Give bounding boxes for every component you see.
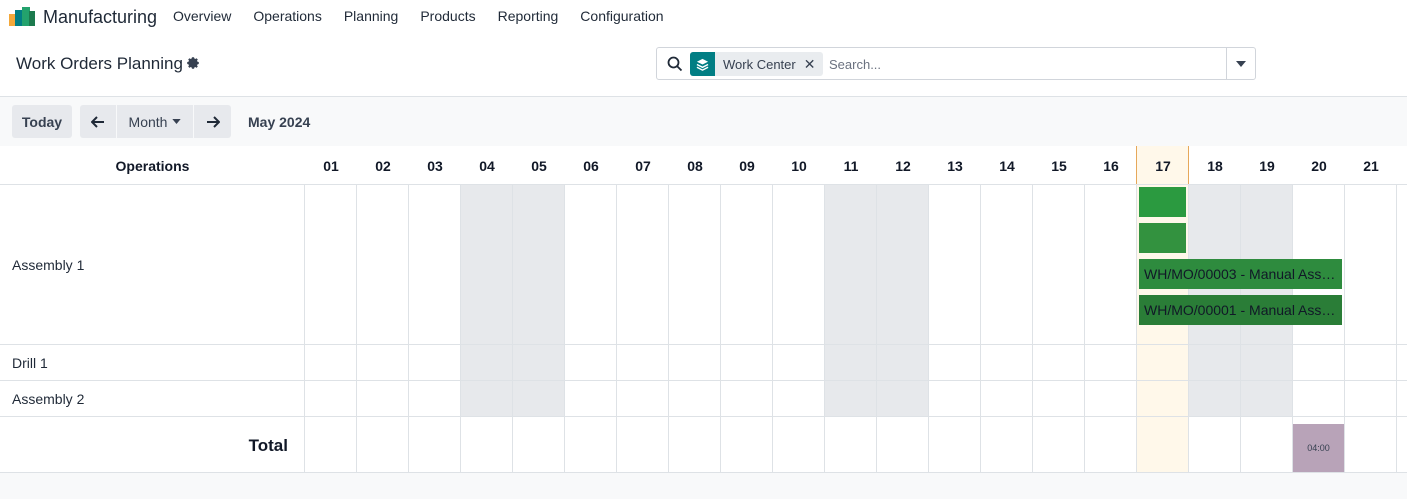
today-button[interactable]: Today (12, 105, 72, 138)
column-divider (772, 185, 773, 472)
column-divider (668, 185, 669, 472)
work-order-pill[interactable] (1139, 223, 1186, 253)
column-divider (564, 185, 565, 472)
column-divider (1396, 185, 1397, 472)
arrow-right-icon (206, 115, 220, 128)
column-divider (304, 185, 305, 472)
search-facet-work-center: Work Center ✕ (690, 52, 824, 76)
top-navbar: Manufacturing Overview Operations Planni… (0, 0, 1407, 33)
app-name[interactable]: Manufacturing (43, 7, 157, 28)
day-header: 08 (687, 157, 703, 174)
menu-overview[interactable]: Overview (162, 0, 242, 33)
column-divider (824, 185, 825, 472)
facet-label: Work Center (723, 56, 796, 72)
menu-products[interactable]: Products (409, 0, 486, 33)
previous-period-button[interactable] (80, 105, 116, 138)
search-dropdown-toggle[interactable] (1226, 48, 1255, 79)
arrow-left-icon (91, 115, 104, 128)
day-header: 02 (375, 157, 391, 174)
column-divider (876, 185, 877, 472)
column-divider (460, 185, 461, 472)
column-divider (512, 185, 513, 472)
control-panel: Work Orders Planning Work Center ✕ (0, 33, 1407, 97)
day-header: 19 (1259, 157, 1275, 174)
row-divider (0, 380, 1407, 381)
day-header: 10 (791, 157, 807, 174)
menu-reporting[interactable]: Reporting (487, 0, 570, 33)
day-header: 16 (1103, 157, 1119, 174)
work-order-pill[interactable]: WH/MO/00003 - Manual Assembly (1139, 259, 1342, 289)
column-divider (616, 185, 617, 472)
work-order-pill[interactable]: WH/MO/00001 - Manual Assembly (1139, 295, 1342, 325)
day-header: 20 (1311, 157, 1327, 174)
search-bar: Work Center ✕ (656, 47, 1256, 80)
manufacturing-app-icon[interactable] (9, 7, 35, 26)
menu-configuration[interactable]: Configuration (569, 0, 674, 33)
close-icon[interactable]: ✕ (804, 56, 824, 73)
period-label: May 2024 (248, 114, 311, 130)
day-header: 18 (1207, 157, 1223, 174)
column-divider (1240, 185, 1241, 472)
column-divider (1344, 185, 1345, 472)
day-header: 06 (583, 157, 599, 174)
column-divider (1032, 185, 1033, 472)
day-header: 13 (947, 157, 963, 174)
day-header: 01 (323, 157, 339, 174)
gear-icon[interactable] (186, 56, 200, 70)
day-header: 03 (427, 157, 443, 174)
scale-dropdown[interactable]: Month (116, 105, 194, 138)
column-divider (720, 185, 721, 472)
row-label-assembly-1[interactable]: Assembly 1 (12, 257, 84, 273)
row-label-drill-1[interactable]: Drill 1 (12, 355, 48, 371)
column-divider (356, 185, 357, 472)
total-workload-pill[interactable]: 04:00 (1293, 424, 1344, 472)
row-divider (0, 416, 1407, 417)
column-divider (980, 185, 981, 472)
operations-header: Operations (115, 157, 190, 174)
day-header: 21 (1363, 157, 1379, 174)
caret-down-icon (172, 119, 182, 124)
day-header: 05 (531, 157, 547, 174)
weekend-column (461, 185, 565, 417)
weekend-column (825, 185, 929, 417)
day-header: 04 (479, 157, 495, 174)
day-header: 15 (1051, 157, 1067, 174)
row-divider (0, 344, 1407, 345)
layers-icon (690, 52, 715, 76)
column-divider (408, 185, 409, 472)
day-header: 09 (739, 157, 755, 174)
grid-bottom-border (0, 472, 1407, 473)
day-header: 12 (895, 157, 911, 174)
row-label-assembly-2[interactable]: Assembly 2 (12, 391, 84, 407)
column-divider (1084, 185, 1085, 472)
menu-planning[interactable]: Planning (333, 0, 410, 33)
day-header: 14 (999, 157, 1015, 174)
next-period-button[interactable] (194, 105, 231, 138)
scale-label: Month (128, 113, 168, 130)
work-order-pill[interactable] (1139, 187, 1186, 217)
search-icon[interactable] (667, 56, 683, 72)
day-header: 07 (635, 157, 651, 174)
main-menu: Overview Operations Planning Products Re… (162, 0, 675, 33)
gantt-header: Operations 01 02 03 04 05 06 07 08 09 10 11 12 13 14 1… (0, 146, 1407, 185)
column-divider (1188, 185, 1189, 472)
total-label: Total (248, 436, 288, 455)
day-header: 17 (1155, 157, 1171, 174)
search-input[interactable] (829, 52, 1219, 76)
caret-down-icon (1236, 60, 1246, 67)
page-title: Work Orders Planning (16, 54, 183, 73)
gantt-grid: Operations 01 02 03 04 05 06 07 08 09 10 11 12 13 14 1… (0, 146, 1407, 472)
column-divider (1136, 185, 1137, 472)
day-header: 11 (843, 157, 859, 174)
column-divider (928, 185, 929, 472)
menu-operations[interactable]: Operations (242, 0, 332, 33)
